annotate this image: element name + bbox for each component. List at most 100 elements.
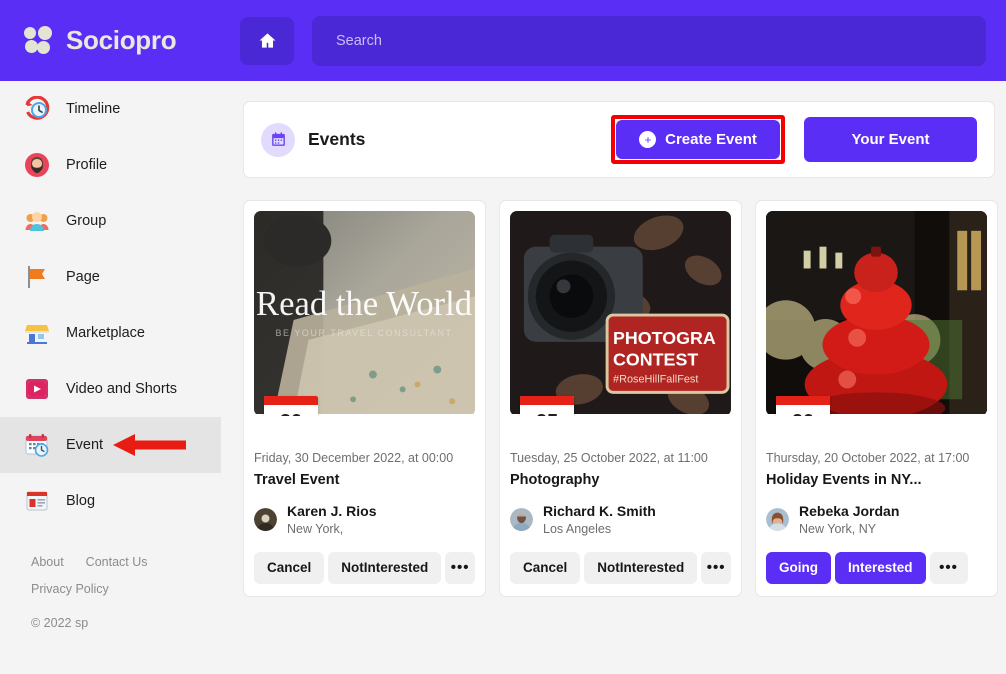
host-location: New York, NY <box>799 521 899 537</box>
host-name: Richard K. Smith <box>543 503 656 521</box>
event-calendar-icon <box>24 432 50 458</box>
plus-circle-icon <box>639 131 656 148</box>
event-datetime: Tuesday, 25 October 2022, at 11:00 <box>510 451 731 465</box>
footer-link-about[interactable]: About <box>31 555 64 569</box>
host-name: Karen J. Rios <box>287 503 376 521</box>
event-datetime: Thursday, 20 October 2022, at 17:00 <box>766 451 987 465</box>
sidebar-item-group[interactable]: Group <box>0 193 221 249</box>
cancel-button[interactable]: Cancel <box>254 552 324 584</box>
svg-text:#RoseHillFallFest: #RoseHillFallFest <box>613 373 698 385</box>
blog-window-icon <box>24 488 50 514</box>
page-title: Events <box>308 129 365 150</box>
svg-text:Read the World: Read the World <box>256 284 472 323</box>
calendar-icon <box>261 123 295 157</box>
sidebar: Timeline Profile Group <box>0 81 221 674</box>
host-location: New York, <box>287 521 376 537</box>
event-date-badge: 25 <box>520 396 574 416</box>
event-thumbnail[interactable]: Read the World BE YOUR TRAVEL CONSULTANT… <box>254 211 475 416</box>
sidebar-item-label: Group <box>66 213 106 229</box>
event-title: Holiday Events in NY... <box>766 472 987 488</box>
timeline-clock-icon <box>24 96 50 122</box>
badge-top-bar <box>264 396 318 405</box>
sidebar-item-label: Profile <box>66 157 107 173</box>
marketplace-shop-icon <box>24 320 50 346</box>
badge-top-bar <box>776 396 830 405</box>
event-thumbnail[interactable]: PHOTOGRA CONTEST #RoseHillFallFest 25 <box>510 211 731 416</box>
not-interested-button[interactable]: NotInterested <box>328 552 441 584</box>
event-day-number: 20 <box>776 405 830 416</box>
red-arrow-annotation-icon <box>113 434 186 456</box>
event-actions: Cancel NotInterested ••• <box>510 552 731 584</box>
your-event-button[interactable]: Your Event <box>804 117 977 162</box>
event-day-number: 30 <box>264 405 318 416</box>
copyright-text: © 2022 sp <box>0 616 221 630</box>
sidebar-item-marketplace[interactable]: Marketplace <box>0 305 221 361</box>
create-event-highlight: Create Event <box>611 115 785 164</box>
event-host[interactable]: Richard K. Smith Los Angeles <box>510 503 731 537</box>
host-location: Los Angeles <box>543 521 656 537</box>
sidebar-item-page[interactable]: Page <box>0 249 221 305</box>
sidebar-item-label: Marketplace <box>66 325 145 341</box>
event-image-travel: Read the World BE YOUR TRAVEL CONSULTANT <box>254 211 475 414</box>
event-card[interactable]: 20 Thursday, 20 October 2022, at 17:00 H… <box>755 200 998 597</box>
events-header-panel: Events Create Event Your Event <box>243 101 995 178</box>
sidebar-item-label: Timeline <box>66 101 120 117</box>
event-actions: Cancel NotInterested ••• <box>254 552 475 584</box>
event-thumbnail[interactable]: 20 <box>766 211 987 416</box>
sidebar-item-label: Event <box>66 437 103 453</box>
event-actions: Going Interested ••• <box>766 552 987 584</box>
svg-text:CONTEST: CONTEST <box>613 350 698 370</box>
not-interested-button[interactable]: NotInterested <box>584 552 697 584</box>
create-event-label: Create Event <box>665 131 757 148</box>
svg-text:PHOTOGRA: PHOTOGRA <box>613 328 716 348</box>
badge-top-bar <box>520 396 574 405</box>
event-image-photography: PHOTOGRA CONTEST #RoseHillFallFest <box>510 211 731 414</box>
more-options-icon[interactable]: ••• <box>930 552 968 584</box>
svg-text:BE YOUR TRAVEL CONSULTANT: BE YOUR TRAVEL CONSULTANT <box>275 328 452 338</box>
event-title: Photography <box>510 472 731 488</box>
cancel-button[interactable]: Cancel <box>510 552 580 584</box>
sidebar-item-label: Page <box>66 269 100 285</box>
event-card[interactable]: Read the World BE YOUR TRAVEL CONSULTANT… <box>243 200 486 597</box>
brand-logo-group[interactable]: Sociopro <box>0 0 236 81</box>
video-play-icon <box>24 376 50 402</box>
create-event-button[interactable]: Create Event <box>616 120 780 159</box>
more-options-icon[interactable]: ••• <box>701 552 731 584</box>
search-input[interactable] <box>312 16 986 66</box>
your-event-label: Your Event <box>851 131 929 148</box>
sidebar-item-video-and-shorts[interactable]: Video and Shorts <box>0 361 221 417</box>
avatar <box>510 508 533 531</box>
app-header: Sociopro <box>0 0 1006 81</box>
sidebar-item-label: Blog <box>66 493 95 509</box>
avatar <box>254 508 277 531</box>
event-image-holiday <box>766 211 987 414</box>
event-title: Travel Event <box>254 472 475 488</box>
group-people-icon <box>24 208 50 234</box>
sidebar-item-event[interactable]: Event <box>0 417 221 473</box>
sidebar-item-timeline[interactable]: Timeline <box>0 81 221 137</box>
main-content: Events Create Event Your Event <box>221 81 1006 674</box>
home-icon <box>258 31 277 50</box>
event-day-number: 25 <box>520 405 574 416</box>
sidebar-item-blog[interactable]: Blog <box>0 473 221 529</box>
sociopro-dots-logo-icon <box>24 26 56 56</box>
host-name: Rebeka Jordan <box>799 503 899 521</box>
event-date-badge: 20 <box>776 396 830 416</box>
event-host[interactable]: Karen J. Rios New York, <box>254 503 475 537</box>
event-card-list: Read the World BE YOUR TRAVEL CONSULTANT… <box>243 200 998 597</box>
more-options-icon[interactable]: ••• <box>445 552 475 584</box>
sidebar-item-profile[interactable]: Profile <box>0 137 221 193</box>
event-datetime: Friday, 30 December 2022, at 00:00 <box>254 451 475 465</box>
sidebar-item-label: Video and Shorts <box>66 381 177 397</box>
footer-link-contact-us[interactable]: Contact Us <box>86 555 148 569</box>
page-flag-icon <box>24 264 50 290</box>
event-host[interactable]: Rebeka Jordan New York, NY <box>766 503 987 537</box>
home-button[interactable] <box>240 17 294 65</box>
footer-link-privacy-policy[interactable]: Privacy Policy <box>31 582 221 596</box>
avatar <box>766 508 789 531</box>
event-card[interactable]: PHOTOGRA CONTEST #RoseHillFallFest 25 Tu… <box>499 200 742 597</box>
going-button[interactable]: Going <box>766 552 831 584</box>
sidebar-footer-links: About Contact Us Privacy Policy <box>0 555 221 596</box>
brand-name: Sociopro <box>66 25 176 56</box>
interested-button[interactable]: Interested <box>835 552 926 584</box>
